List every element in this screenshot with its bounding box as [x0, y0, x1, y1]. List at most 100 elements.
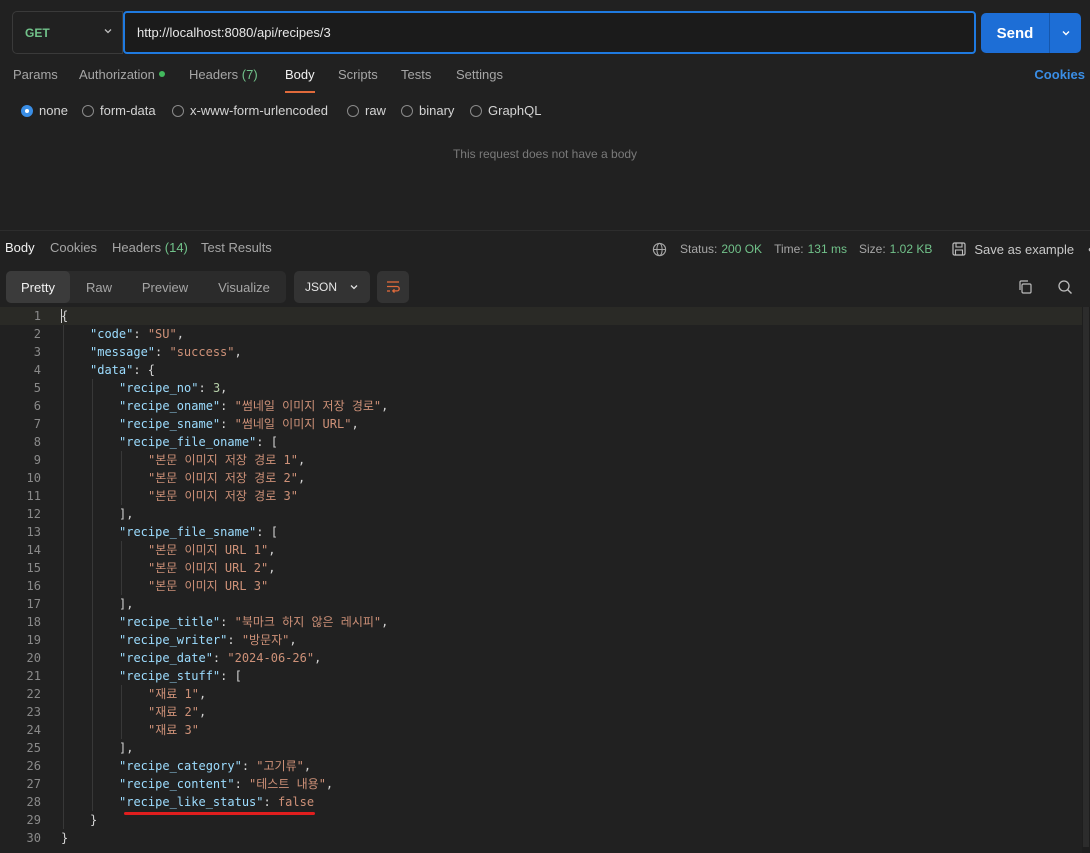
- radio-binary[interactable]: binary: [401, 103, 454, 118]
- code-text: "recipe_content": "테스트 내용",: [119, 777, 334, 791]
- save-example-button[interactable]: Save as example: [952, 242, 1074, 257]
- radio-raw[interactable]: raw: [347, 103, 386, 118]
- radio-form-data[interactable]: form-data: [82, 103, 156, 118]
- line-number: 8: [33, 435, 41, 449]
- pane-divider[interactable]: [0, 230, 1090, 231]
- format-label: JSON: [305, 280, 338, 294]
- code-line: 5 "recipe_no": 3,: [0, 379, 1090, 397]
- code-text: "recipe_file_sname": [: [119, 525, 278, 539]
- time-label: Time:: [774, 242, 804, 256]
- view-preview[interactable]: Preview: [128, 271, 202, 303]
- copy-button[interactable]: [1015, 277, 1035, 297]
- code-line: 11 "본문 이미지 저장 경로 3": [0, 487, 1090, 505]
- resp-tab-headers[interactable]: Headers (14): [112, 240, 188, 255]
- copy-icon: [1019, 280, 1032, 294]
- url-bar: GET Send: [12, 11, 1082, 54]
- line-number: 2: [33, 327, 41, 341]
- line-number: 19: [26, 633, 41, 647]
- code-line: 1{: [0, 307, 1090, 325]
- code-line: 3 "message": "success",: [0, 343, 1090, 361]
- line-number: 27: [26, 777, 41, 791]
- radio-label: binary: [419, 103, 455, 118]
- view-mode-switch: Pretty Raw Preview Visualize: [6, 271, 286, 303]
- size-info[interactable]: Size: 1.02 KB: [859, 242, 932, 256]
- code-line: 19 "recipe_writer": "방문자",: [0, 631, 1090, 649]
- code-line: 15 "본문 이미지 URL 2",: [0, 559, 1090, 577]
- line-number: 7: [33, 417, 41, 431]
- radio-graphql[interactable]: GraphQL: [470, 103, 541, 118]
- code-line: 14 "본문 이미지 URL 1",: [0, 541, 1090, 559]
- line-number: 30: [26, 831, 41, 845]
- code-text: "code": "SU",: [90, 327, 184, 341]
- time-info[interactable]: Time: 131 ms: [774, 242, 847, 256]
- chevron-down-icon: [104, 29, 112, 34]
- tab-label: Authorization: [79, 67, 155, 82]
- code-text: "recipe_no": 3,: [119, 381, 228, 395]
- tab-label: Body: [285, 67, 315, 82]
- tab-label: Tests: [401, 67, 432, 82]
- tab-label: Params: [13, 67, 58, 82]
- editor-scrollbar-thumb[interactable]: [1083, 307, 1089, 847]
- globe-icon[interactable]: [652, 242, 667, 257]
- tab-label: Settings: [456, 67, 503, 82]
- line-number: 23: [26, 705, 41, 719]
- code-line: 17],: [0, 595, 1090, 613]
- code-text: "recipe_category": "고기류",: [119, 759, 312, 773]
- radio-urlencoded[interactable]: x-www-form-urlencoded: [172, 103, 328, 118]
- code-text: "재료 3": [148, 723, 199, 737]
- tab-tests[interactable]: Tests: [401, 67, 431, 93]
- code-text: "recipe_writer": "방문자",: [119, 633, 297, 647]
- tab-params[interactable]: Params: [13, 67, 58, 93]
- resp-tab-test-results[interactable]: Test Results: [201, 240, 272, 255]
- resp-tab-cookies[interactable]: Cookies: [50, 240, 97, 255]
- radio-circle-icon: [470, 104, 482, 117]
- view-label: Raw: [85, 279, 112, 295]
- view-raw[interactable]: Raw: [70, 271, 128, 303]
- line-number: 17: [26, 597, 41, 611]
- search-button[interactable]: [1055, 277, 1075, 297]
- url-input[interactable]: [123, 11, 976, 54]
- resp-tab-body[interactable]: Body: [5, 240, 35, 255]
- radio-circle-icon: [82, 104, 94, 117]
- tab-label: Headers: [112, 240, 162, 255]
- code-line: 21 "recipe_stuff": [: [0, 667, 1090, 685]
- code-line: 28 "recipe_like_status": false: [0, 793, 1090, 811]
- format-select[interactable]: JSON: [294, 271, 370, 303]
- send-options-button[interactable]: [1049, 13, 1081, 53]
- line-number: 10: [26, 471, 41, 485]
- line-number: 5: [33, 381, 41, 395]
- tab-scripts[interactable]: Scripts: [338, 67, 378, 93]
- response-body-editor[interactable]: 1{2 "code": "SU", 3 "message": "success", 4 "…: [0, 307, 1090, 853]
- tab-headers[interactable]: Headers (7): [189, 67, 258, 93]
- status-info[interactable]: Status: 200 OK: [680, 242, 762, 256]
- search-icon: [1058, 280, 1072, 294]
- code-text: ],: [119, 597, 134, 611]
- code-line: 24 "재료 3": [0, 721, 1090, 739]
- send-button[interactable]: Send: [981, 13, 1049, 53]
- view-pretty[interactable]: Pretty: [6, 271, 70, 303]
- radio-label: form-data: [100, 103, 156, 118]
- code-line: 30}: [0, 829, 1090, 847]
- code-line: 13 "recipe_file_sname": [: [0, 523, 1090, 541]
- tab-settings[interactable]: Settings: [456, 67, 503, 93]
- tab-authorization[interactable]: Authorization: [79, 67, 165, 93]
- response-meta: Status: 200 OK Time: 131 ms Size: 1.02 KB S…: [652, 239, 1090, 259]
- wrap-lines-button[interactable]: [377, 271, 409, 303]
- radio-selected-icon: [21, 104, 33, 117]
- view-visualize[interactable]: Visualize: [202, 271, 286, 303]
- status-label: Status:: [680, 242, 718, 256]
- response-tabs: Body Cookies Headers (14) Test Results S…: [0, 237, 1090, 261]
- chevron-down-icon: [350, 285, 358, 290]
- code-text: {: [61, 309, 69, 323]
- code-line: 6 "recipe_oname": "썸네일 이미지 저장 경로",: [0, 397, 1090, 415]
- line-number: 9: [33, 453, 41, 467]
- method-select[interactable]: GET: [12, 11, 123, 54]
- tab-body[interactable]: Body: [285, 67, 315, 93]
- cookies-link[interactable]: Cookies: [1034, 67, 1085, 82]
- line-number: 18: [26, 615, 41, 629]
- radio-none[interactable]: none: [21, 103, 68, 118]
- line-number: 24: [26, 723, 41, 737]
- line-number: 14: [26, 543, 41, 557]
- code-text: }: [90, 813, 98, 827]
- code-text: ],: [119, 507, 134, 521]
